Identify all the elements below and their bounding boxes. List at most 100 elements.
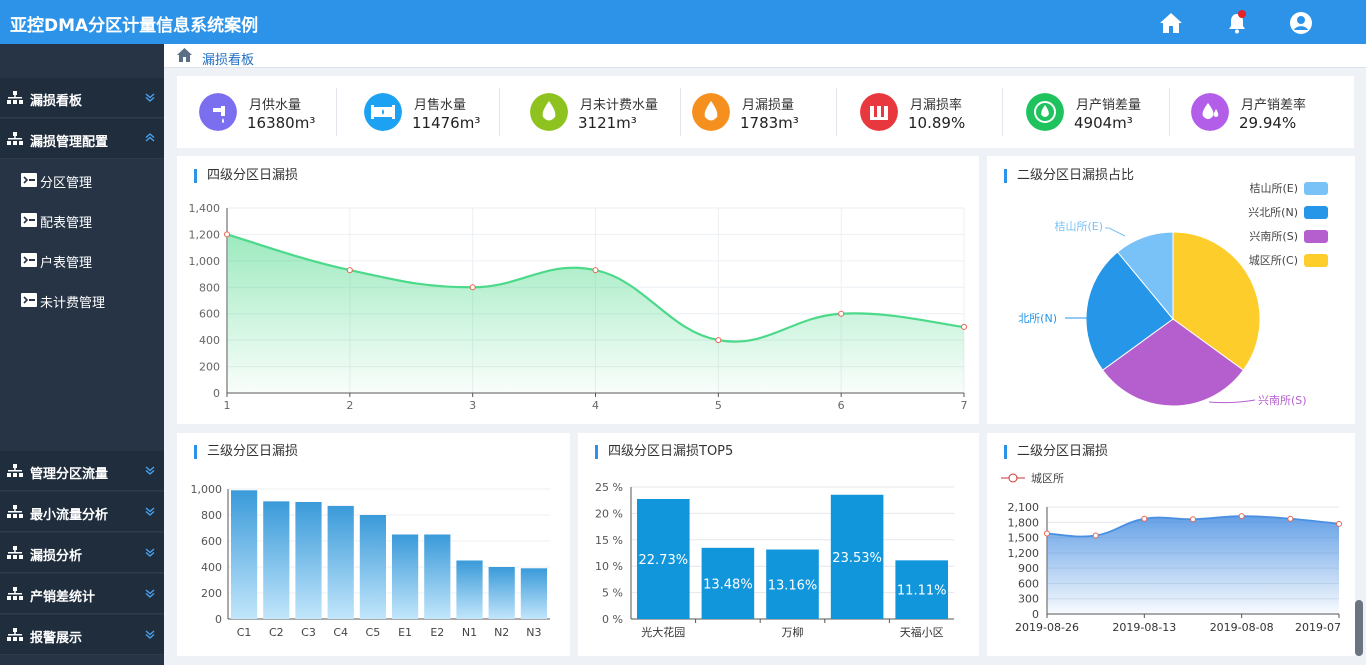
- data-point: [346, 267, 353, 274]
- home-icon[interactable]: [176, 47, 193, 63]
- chevron-down-icon: [145, 548, 155, 557]
- bar: [231, 490, 258, 619]
- x-tick-label: 2019-07: [1295, 621, 1341, 634]
- breadcrumb-item[interactable]: 漏损看板: [202, 49, 254, 68]
- sidebar-item-label: 漏损分析: [30, 549, 83, 564]
- data-point: [961, 323, 967, 330]
- legend-swatch: [1304, 230, 1328, 243]
- divider: [336, 88, 337, 136]
- leader-line: [1208, 399, 1256, 404]
- x-tick-label: C1: [237, 626, 252, 639]
- data-point: [469, 284, 476, 291]
- kpi-label: 月漏损率: [910, 98, 963, 113]
- divider: [680, 88, 681, 136]
- x-tick-label: 天福小区: [900, 625, 944, 639]
- x-tick-label: E2: [430, 626, 444, 639]
- legend-marker: [1008, 473, 1018, 483]
- sidebar-subitem-label: 分区管理: [40, 176, 93, 191]
- chevron-up-icon: [145, 133, 155, 142]
- legend-label: 兴南所(S): [1249, 230, 1298, 243]
- sidebar-subitem-unbilled[interactable]: 未计费管理: [0, 280, 164, 320]
- sidebar-item-label: 漏损看板: [30, 94, 83, 109]
- data-point: [1238, 513, 1245, 520]
- legend-swatch: [1304, 206, 1328, 219]
- scrollbar-thumb[interactable]: [1355, 600, 1363, 656]
- panel-level2-daily: 二级分区日漏损 城区所 0 300 600 900 1,200 1,500 1,800 2,10…: [987, 433, 1355, 656]
- y-tick-label: 2,100: [1008, 501, 1040, 514]
- y-tick-label: 25 %: [595, 481, 623, 494]
- bell-icon[interactable]: [1224, 10, 1250, 36]
- user-icon[interactable]: [1288, 10, 1314, 36]
- sidebar-item-leak-dashboard[interactable]: 漏损看板: [0, 78, 164, 118]
- legend-label: 城区所(C): [1249, 254, 1298, 267]
- bar: [488, 567, 515, 619]
- sidebar-item-label: 管理分区流量: [30, 467, 109, 482]
- sidebar-item-leak-config[interactable]: 漏损管理配置: [0, 119, 164, 159]
- y-tick-label: 5 %: [602, 587, 623, 600]
- sidebar-item-alarms[interactable]: 报警展示: [0, 615, 164, 655]
- bar: [456, 560, 483, 619]
- y-tick-label: 600: [1018, 577, 1039, 590]
- kpi-value: 10.89%: [908, 114, 966, 132]
- x-tick-label: 5: [715, 399, 722, 412]
- leak-rate-icon: [860, 93, 898, 131]
- kpi-label: 月产销差量: [1076, 98, 1142, 113]
- kpi-value: 4904m³: [1074, 114, 1133, 132]
- level4-top5-chart: 0 % 5 % 10 % 15 % 20 % 25 % 22.73% 光大花园 13.48% 13…: [595, 481, 954, 639]
- x-tick-label: 6: [838, 399, 845, 412]
- config-icon: [21, 173, 37, 187]
- sidebar-item-min-flow[interactable]: 最小流量分析: [0, 492, 164, 532]
- y-tick-label: 200: [199, 361, 220, 374]
- area-fill: [1047, 516, 1339, 614]
- y-tick-label: 600: [199, 308, 220, 321]
- data-point: [1287, 515, 1294, 522]
- home-icon[interactable]: [1158, 10, 1184, 36]
- divider: [836, 88, 837, 136]
- water-drop-icon: [530, 93, 568, 131]
- sidebar-subitem-label: 配表管理: [40, 216, 93, 231]
- sidebar: 漏损看板 漏损管理配置 分区管理 配表管理 户表管理 未计费管理 管理分区流量 …: [0, 44, 164, 665]
- y-tick-label: 1,400: [189, 202, 221, 215]
- data-point: [1190, 516, 1196, 523]
- breadcrumb: 漏损看板: [164, 44, 1366, 68]
- drop-circle-icon: [1026, 93, 1064, 131]
- y-tick-label: 1,800: [1008, 516, 1040, 529]
- y-tick-label: 1,000: [191, 483, 223, 496]
- bar: [359, 515, 386, 619]
- sidebar-subitem-zone[interactable]: 分区管理: [0, 160, 164, 200]
- x-tick-label: C2: [269, 626, 284, 639]
- sitemap-icon: [7, 464, 23, 477]
- x-tick-label: C5: [366, 626, 381, 639]
- sidebar-subitem-household[interactable]: 户表管理: [0, 240, 164, 280]
- data-point: [1044, 530, 1050, 537]
- y-tick-label: 20 %: [595, 507, 623, 520]
- data-label: 11.11%: [897, 584, 947, 599]
- divider: [1169, 88, 1170, 136]
- y-tick-label: 1,000: [189, 255, 221, 268]
- data-point: [838, 310, 845, 317]
- leader-line: [1105, 227, 1126, 237]
- chevron-down-icon: [145, 507, 155, 516]
- sidebar-subitem-meter[interactable]: 配表管理: [0, 200, 164, 240]
- sidebar-item-label: 报警展示: [30, 631, 83, 646]
- bar: [424, 534, 451, 619]
- y-tick-label: 0: [1032, 608, 1039, 621]
- sidebar-item-label: 产销差统计: [30, 590, 96, 605]
- sidebar-item-leak-analysis[interactable]: 漏损分析: [0, 533, 164, 573]
- x-tick-label: C4: [333, 626, 348, 639]
- sidebar-item-nrw-stats[interactable]: 产销差统计: [0, 574, 164, 614]
- sidebar-item-zone-flow[interactable]: 管理分区流量: [0, 451, 164, 491]
- panel-level2-share: 二级分区日漏损占比 桔山所(E) 北所(N) 兴南所(S) 桔山所(E) 兴北所(N) 兴…: [987, 156, 1355, 424]
- x-tick-label: N3: [526, 626, 541, 639]
- y-tick-label: 15 %: [595, 534, 623, 547]
- sidebar-item-label: 最小流量分析: [30, 508, 109, 523]
- y-tick-label: 10 %: [595, 560, 623, 573]
- data-label: 22.73%: [639, 553, 689, 568]
- divider: [1002, 88, 1003, 136]
- data-label: 13.48%: [703, 577, 753, 592]
- sidebar-subitem-label: 未计费管理: [40, 296, 106, 311]
- y-tick-label: 1,200: [189, 228, 221, 241]
- x-tick-label: 1: [224, 399, 231, 412]
- data-label: 13.16%: [768, 578, 818, 593]
- data-point: [1141, 515, 1148, 522]
